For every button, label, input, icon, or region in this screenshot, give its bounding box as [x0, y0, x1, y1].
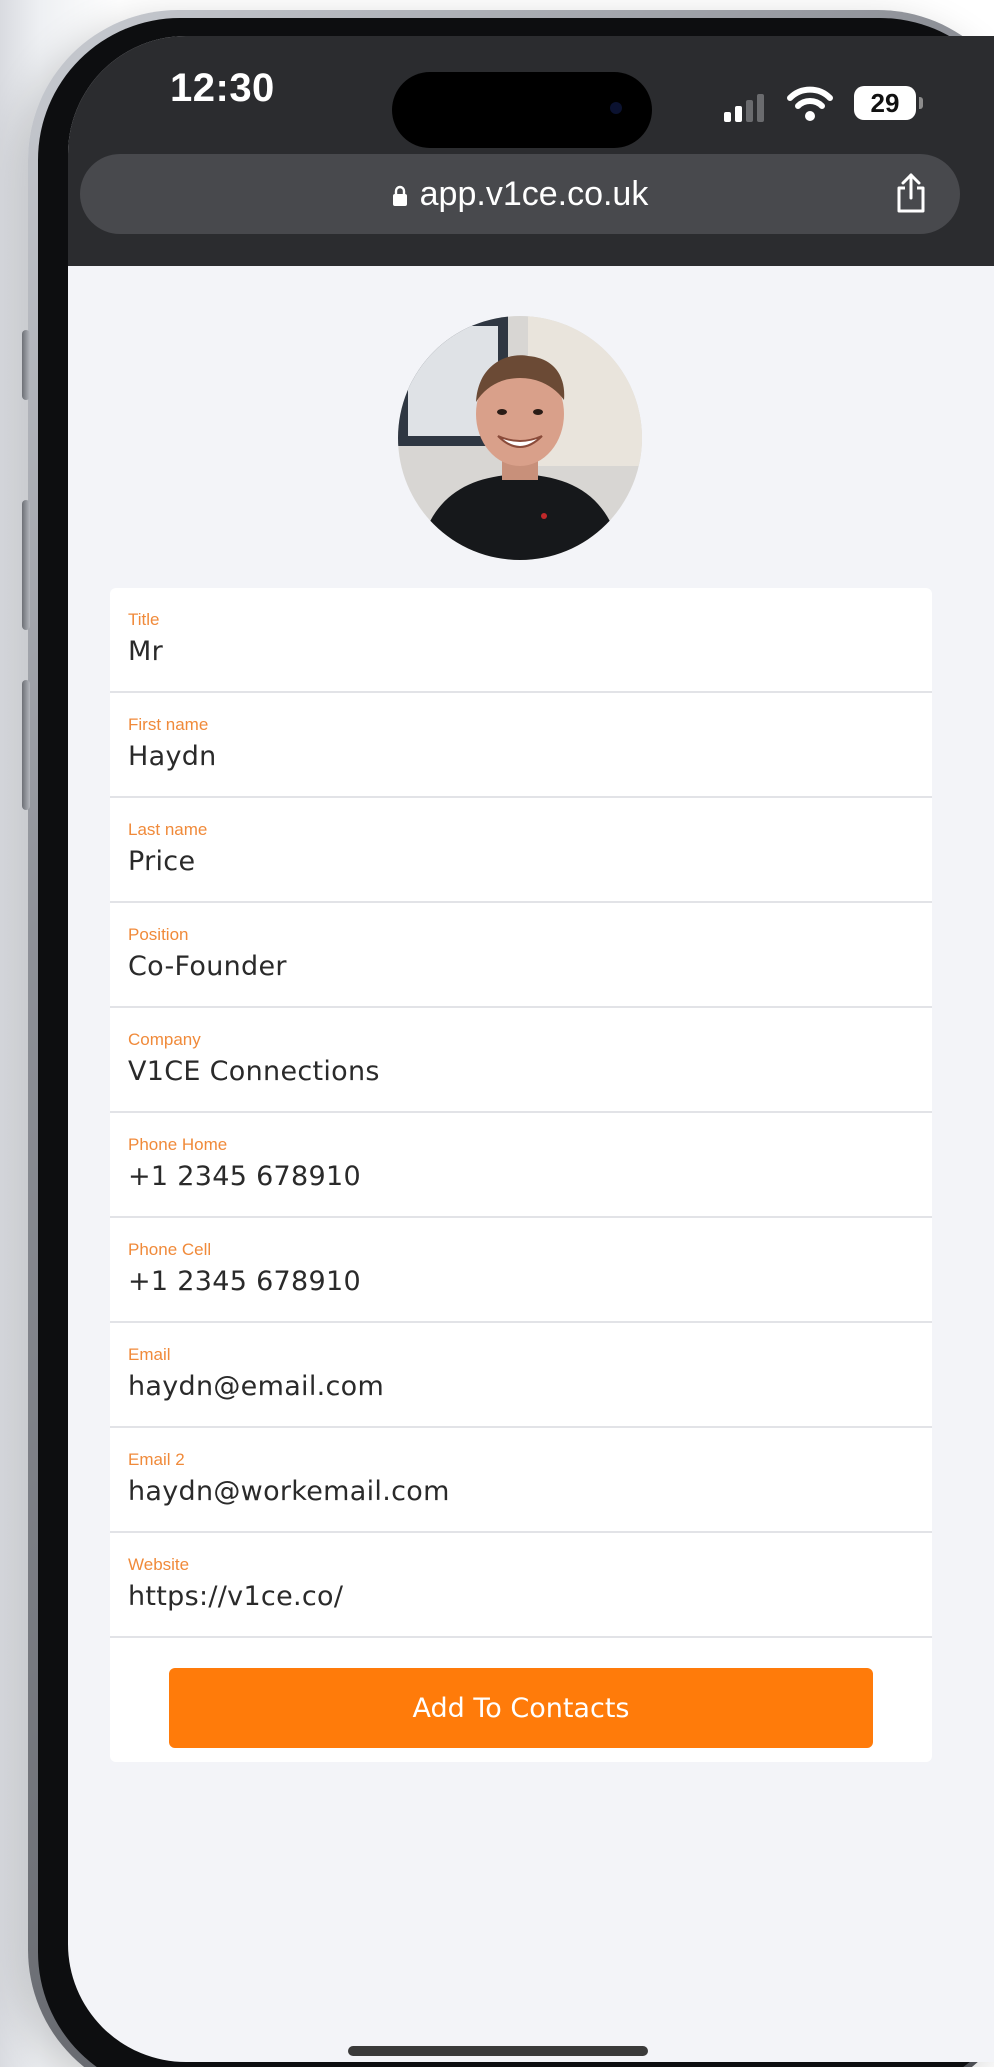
- contact-card: Title Mr First name Haydn Last name Pric…: [110, 588, 932, 1762]
- add-to-contacts-button[interactable]: Add To Contacts: [169, 1668, 873, 1748]
- field-value: Mr: [128, 636, 163, 667]
- field-label: Company: [128, 1030, 201, 1049]
- field-value: Co-Founder: [128, 951, 287, 982]
- field-value: haydn@email.com: [128, 1371, 385, 1402]
- phone-screen: 12:30 29 app.v1ce.co.uk Title Mr First n…: [68, 36, 994, 2062]
- wifi-icon: [787, 86, 833, 121]
- field-value: +1 2345 678910: [128, 1161, 361, 1192]
- status-time: 12:30: [170, 66, 275, 110]
- battery-nub: [919, 97, 923, 109]
- share-icon[interactable]: [894, 172, 928, 214]
- field-label: Phone Home: [128, 1135, 228, 1154]
- side-button-silent: [22, 330, 30, 400]
- browser-top-bar: 12:30 29 app.v1ce.co.uk: [68, 36, 994, 266]
- field-value: +1 2345 678910: [128, 1266, 361, 1297]
- camera-dot: [610, 102, 622, 114]
- field-phone-home[interactable]: Phone Home +1 2345 678910: [110, 1113, 932, 1218]
- dynamic-island: [392, 72, 652, 148]
- field-company[interactable]: Company V1CE Connections: [110, 1008, 932, 1113]
- field-value: Price: [128, 846, 196, 877]
- field-position[interactable]: Position Co-Founder: [110, 903, 932, 1008]
- field-label: First name: [128, 715, 209, 734]
- field-label: Phone Cell: [128, 1240, 212, 1259]
- field-value: Haydn: [128, 741, 217, 772]
- field-phone-cell[interactable]: Phone Cell +1 2345 678910: [110, 1218, 932, 1323]
- battery-icon: 29: [854, 86, 916, 120]
- field-value: V1CE Connections: [128, 1056, 380, 1087]
- address-bar[interactable]: app.v1ce.co.uk: [80, 154, 960, 234]
- field-label: Email: [128, 1345, 171, 1364]
- signal-icon: [724, 94, 764, 122]
- field-value: https://v1ce.co/: [128, 1581, 344, 1612]
- url-text: app.v1ce.co.uk: [419, 174, 649, 213]
- field-label: Website: [128, 1555, 190, 1574]
- profile-photo: [398, 316, 642, 560]
- field-label: Title: [128, 610, 160, 629]
- field-first-name[interactable]: First name Haydn: [110, 693, 932, 798]
- field-label: Last name: [128, 820, 208, 839]
- field-title[interactable]: Title Mr: [110, 588, 932, 693]
- side-button-volume-down: [22, 680, 30, 810]
- home-indicator: [348, 2046, 648, 2056]
- stage: 12:30 29 app.v1ce.co.uk Title Mr First n…: [0, 0, 994, 2067]
- field-last-name[interactable]: Last name Price: [110, 798, 932, 903]
- field-label: Email 2: [128, 1450, 185, 1469]
- lock-icon: [392, 185, 407, 206]
- field-website[interactable]: Website https://v1ce.co/: [110, 1533, 932, 1638]
- profile-avatar: [398, 316, 642, 560]
- field-email-2[interactable]: Email 2 haydn@workemail.com: [110, 1428, 932, 1533]
- field-value: haydn@workemail.com: [128, 1476, 450, 1507]
- side-button-volume-up: [22, 500, 30, 630]
- field-label: Position: [128, 925, 189, 944]
- field-email[interactable]: Email haydn@email.com: [110, 1323, 932, 1428]
- url-container: app.v1ce.co.uk: [80, 154, 960, 234]
